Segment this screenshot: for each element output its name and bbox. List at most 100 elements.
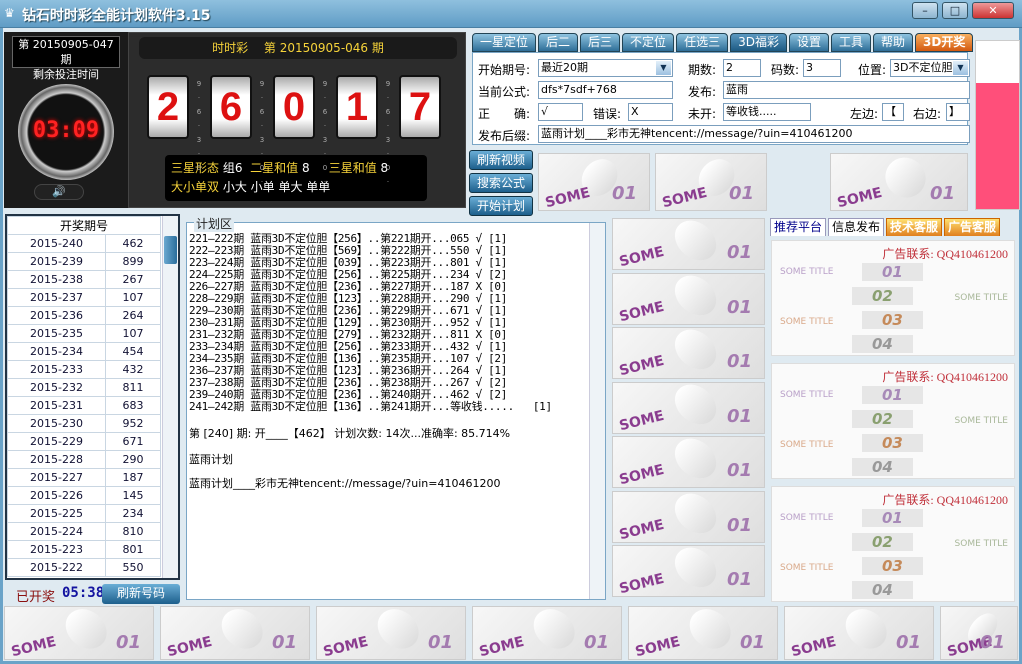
ad-banner[interactable]: 广告联系: QQ410461200 SOME TITLE SOME TITLE SOM… [771, 240, 1015, 356]
ad-tile[interactable]: SOME 01 [612, 327, 765, 379]
history-row[interactable]: 2015-228 290 [7, 450, 161, 469]
ad-tile[interactable]: SOME 01 [160, 606, 310, 660]
ad-tile[interactable]: SOME 01 [830, 153, 968, 211]
history-row[interactable]: 2015-222 550 [7, 558, 161, 577]
ad-tile[interactable]: SOME 01 [612, 436, 765, 488]
ad-tile[interactable]: SOME 01 [612, 545, 765, 597]
tile-word: SOME [477, 633, 526, 660]
history-period: 2015-239 [7, 252, 106, 271]
right-tab-1[interactable]: 信息发布 [828, 218, 885, 236]
ad-tile[interactable]: SOME 01 [612, 490, 765, 543]
ad-tile[interactable]: SOME 01 [628, 606, 778, 660]
right-tab-3[interactable]: 广告客服 [944, 218, 1001, 236]
history-period: 2015-234 [7, 342, 106, 361]
history-period: 2015-232 [7, 378, 106, 397]
tile-number: 01 [115, 632, 141, 653]
publish-input[interactable]: 蓝雨 [723, 81, 970, 99]
history-row[interactable]: 2015-227 187 [7, 468, 161, 487]
ad-tile[interactable]: SOME 01 [472, 606, 622, 660]
tab-1[interactable]: 后二 [538, 33, 579, 52]
history-row[interactable]: 2015-225 234 [7, 504, 161, 523]
history-row[interactable]: 2015-240 462 [7, 234, 161, 253]
ad-title: SOME TITLE [780, 563, 834, 573]
history-row[interactable]: 2015-229 671 [7, 432, 161, 451]
wrong-input[interactable]: X [628, 103, 673, 121]
history-row[interactable]: 2015-239 899 [7, 252, 161, 271]
tile-word: SOME [633, 633, 682, 660]
ad-tile[interactable]: SOME 01 [784, 606, 934, 660]
scroll-thumb[interactable] [164, 236, 177, 264]
pending-input[interactable]: 等收钱..... [723, 103, 811, 121]
history-number: 264 [105, 306, 161, 325]
history-row[interactable]: 2015-223 801 [7, 540, 161, 559]
history-number: 234 [105, 504, 161, 523]
right-tab-0[interactable]: 推荐平台 [770, 218, 827, 236]
tile-word: SOME [617, 407, 666, 434]
ad-tile[interactable]: SOME 01 [940, 606, 1018, 660]
codes-input[interactable]: 3 [803, 59, 841, 77]
right-input[interactable]: 】 [946, 103, 970, 121]
history-number: 145 [105, 486, 161, 505]
plan-area[interactable]: 221—222期 蓝雨3D不定位胆【256】..第221期开...065 √ [… [186, 222, 606, 600]
maximize-button[interactable]: □ [942, 2, 968, 19]
ad-tile[interactable]: SOME 01 [538, 153, 650, 211]
tab-5[interactable]: 3D福彩 [730, 33, 787, 52]
history-period: 2015-227 [7, 468, 106, 487]
ad-tile[interactable]: SOME 01 [655, 153, 767, 211]
chevron-down-icon[interactable]: ▼ [953, 61, 968, 75]
ad-tile[interactable]: SOME 01 [612, 381, 765, 434]
ad-title: SOME TITLE [954, 539, 1008, 549]
position-select[interactable]: 3D不定位胆 ▼ [890, 59, 970, 77]
correct-input[interactable]: √ [538, 103, 583, 121]
start-plan-button[interactable]: 开始计划 [469, 196, 533, 216]
right-tab-2[interactable]: 技术客服 [886, 218, 943, 236]
history-scrollbar[interactable] [162, 216, 178, 578]
history-row[interactable]: 2015-224 810 [7, 522, 161, 541]
history-row[interactable]: 2015-237 107 [7, 288, 161, 307]
history-row[interactable]: 2015-226 145 [7, 486, 161, 505]
history-row[interactable]: 2015-235 107 [7, 324, 161, 343]
minimize-button[interactable]: – [912, 2, 938, 19]
tile-number: 01 [728, 183, 754, 204]
history-row[interactable]: 2015-236 264 [7, 306, 161, 325]
ad-tile[interactable]: SOME 01 [612, 272, 765, 325]
digit-scale: 9 · 6 · 3 · 0 · [196, 80, 202, 186]
ad-tile[interactable]: SOME 01 [612, 218, 765, 270]
tab-0[interactable]: 一星定位 [472, 33, 537, 52]
tab-9[interactable]: 3D开奖 [915, 33, 974, 52]
tile-word: SOME [789, 633, 838, 660]
speaker-icon[interactable]: 🔊 [34, 184, 84, 200]
plan-scrollbar[interactable] [589, 223, 605, 599]
tab-7[interactable]: 工具 [830, 33, 871, 52]
tab-2[interactable]: 后三 [580, 33, 621, 52]
ad-tile[interactable]: SOME 01 [316, 606, 466, 660]
countdown-panel: 第 20150905-047 期 剩余投注时间 03:09 🔊 [4, 32, 128, 208]
start-period-select[interactable]: 最近20期 ▼ [538, 59, 673, 77]
history-row[interactable]: 2015-238 267 [7, 270, 161, 289]
periods-input[interactable]: 2 [723, 59, 761, 77]
history-row[interactable]: 2015-233 432 [7, 360, 161, 379]
history-row[interactable]: 2015-234 454 [7, 342, 161, 361]
history-row[interactable]: 2015-232 811 [7, 378, 161, 397]
ad-banner[interactable]: 广告联系: QQ410461200 SOME TITLE SOME TITLE SOM… [771, 363, 1015, 479]
left-input[interactable]: 【 [882, 103, 904, 121]
tile-word: SOME [9, 633, 58, 660]
ad-tile[interactable]: SOME 01 [4, 606, 154, 660]
search-formula-button[interactable]: 搜索公式 [469, 173, 533, 193]
tab-4[interactable]: 任选三 [676, 33, 729, 52]
tile-number: 01 [726, 242, 752, 263]
tab-6[interactable]: 设置 [788, 33, 829, 52]
refresh-numbers-button[interactable]: 刷新号码 [102, 584, 180, 604]
formula-input[interactable]: dfs*7sdf+768 [538, 81, 673, 99]
history-row[interactable]: 2015-230 952 [7, 414, 161, 433]
suffix-combo[interactable]: 蓝雨计划____彩市无神tencent://message/?uin=41046… [538, 125, 970, 143]
history-row[interactable]: 2015-231 683 [7, 396, 161, 415]
tile-number: 01 [895, 632, 921, 653]
tab-3[interactable]: 不定位 [622, 33, 675, 52]
tab-8[interactable]: 帮助 [873, 33, 914, 52]
chevron-down-icon[interactable]: ▼ [656, 61, 671, 75]
ad-banner[interactable]: 广告联系: QQ410461200 SOME TITLE SOME TITLE SOM… [771, 486, 1015, 602]
refresh-video-button[interactable]: 刷新视频 [469, 150, 533, 170]
close-button[interactable]: ✕ [972, 2, 1014, 19]
side-banner-ad[interactable] [975, 40, 1020, 210]
